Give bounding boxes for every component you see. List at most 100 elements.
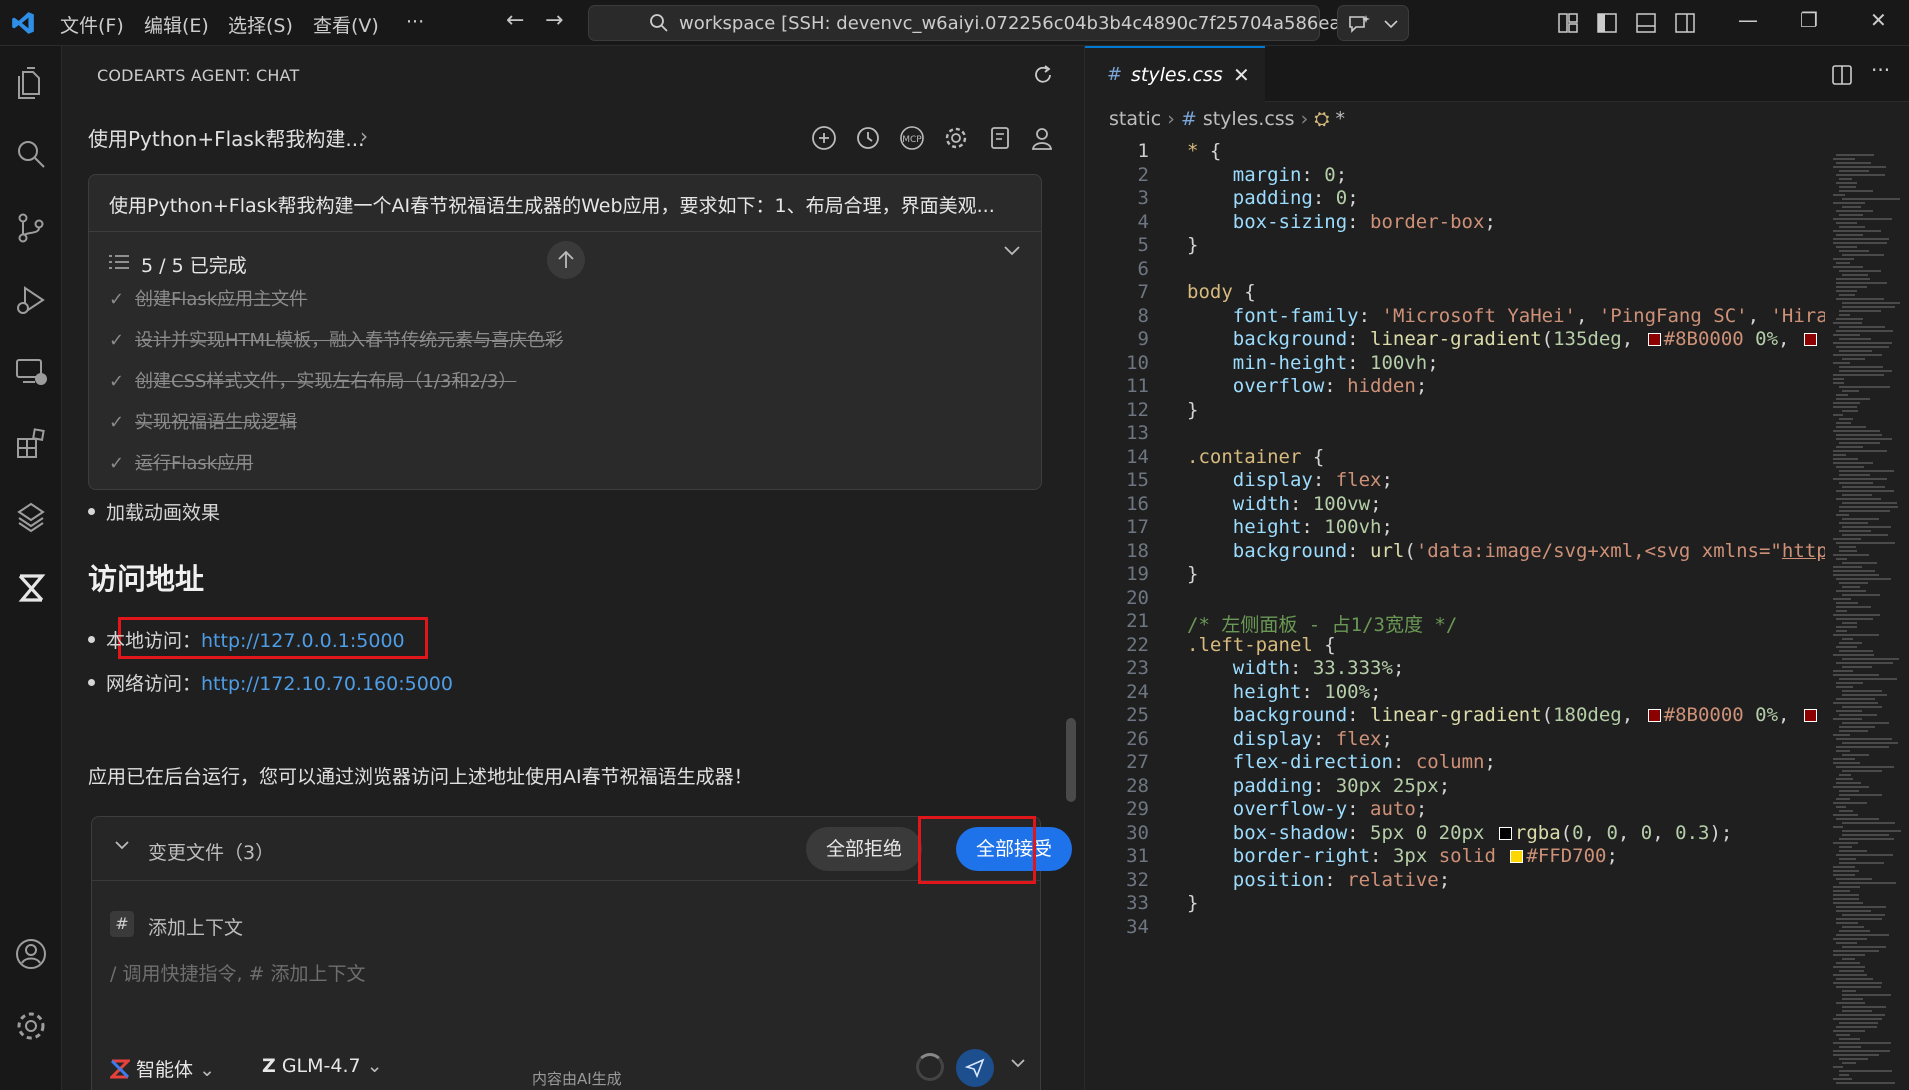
code-line[interactable]: 15 display: flex;: [1085, 469, 1825, 493]
code-line[interactable]: 16 width: 100vw;: [1085, 493, 1825, 517]
breadcrumb-symbol[interactable]: *: [1336, 108, 1346, 130]
code-line[interactable]: 6: [1085, 258, 1825, 282]
code-line[interactable]: 3 padding: 0;: [1085, 187, 1825, 211]
rules-document-icon[interactable]: [986, 124, 1014, 152]
breadcrumb-file[interactable]: styles.css: [1203, 108, 1295, 130]
extensions-icon[interactable]: [13, 426, 49, 462]
model-selector[interactable]: Z GLM-4.7 ⌄: [262, 1055, 383, 1077]
scroll-up-button[interactable]: [547, 241, 585, 279]
minimap-line: [1833, 334, 1860, 336]
code-line[interactable]: 1 * {: [1085, 140, 1825, 164]
search-icon[interactable]: [13, 136, 49, 172]
tab-styles-css[interactable]: # styles.css ✕: [1085, 46, 1265, 102]
code-line[interactable]: 11 overflow: hidden;: [1085, 375, 1825, 399]
refresh-icon[interactable]: [1032, 64, 1054, 86]
run-debug-icon[interactable]: [13, 282, 49, 318]
chat-toggle-button[interactable]: [1337, 5, 1409, 41]
menu-selection[interactable]: 选择(S): [228, 11, 293, 38]
changed-files-row[interactable]: 变更文件（3） 全部拒绝 全部接受: [92, 817, 1072, 881]
cloud-stack-icon[interactable]: [13, 498, 49, 534]
menu-more[interactable]: ···: [406, 11, 424, 33]
minimap-line: [1839, 510, 1890, 512]
send-button[interactable]: [956, 1049, 994, 1087]
code-line[interactable]: 34: [1085, 916, 1825, 940]
code-line[interactable]: 20: [1085, 587, 1825, 611]
local-url-link[interactable]: http://127.0.0.1:5000: [201, 630, 405, 652]
agent-selector[interactable]: 智能体 ⌄: [108, 1055, 215, 1082]
code-line[interactable]: 7 body {: [1085, 281, 1825, 305]
code-line[interactable]: 21/* 左侧面板 - 占1/3宽度 */: [1085, 610, 1825, 636]
settings-gear-icon[interactable]: [942, 124, 970, 152]
user-icon[interactable]: [1028, 124, 1056, 152]
add-context-button[interactable]: 添加上下文: [148, 913, 243, 940]
chevron-down-icon[interactable]: [114, 839, 130, 851]
code-line[interactable]: 31 border-right: 3px solid #FFD700;: [1085, 845, 1825, 869]
code-line[interactable]: 18 background: url('data:image/svg+xml,<…: [1085, 540, 1825, 564]
code-line[interactable]: 2 margin: 0;: [1085, 164, 1825, 188]
minimap-line: [1842, 562, 1877, 564]
chevron-right-icon[interactable]: ›: [360, 124, 368, 148]
history-icon[interactable]: [854, 124, 882, 152]
restore-icon[interactable]: ❐: [1800, 8, 1818, 32]
code-line[interactable]: 14 .container {: [1085, 446, 1825, 470]
minimap[interactable]: [1827, 134, 1909, 1090]
new-chat-icon[interactable]: [810, 124, 838, 152]
close-window-icon[interactable]: ✕: [1870, 8, 1887, 32]
mcp-icon[interactable]: MCP: [898, 124, 926, 152]
command-center-search[interactable]: workspace [SSH: devenvc_w6aiyi.072256c04…: [588, 5, 1365, 41]
code-line[interactable]: 10 min-height: 100vh;: [1085, 352, 1825, 376]
minimap-line: [1842, 486, 1885, 488]
chevron-down-icon[interactable]: [1010, 1057, 1026, 1069]
hash-icon[interactable]: #: [110, 911, 134, 937]
customize-layout-icon[interactable]: [1557, 12, 1579, 34]
account-icon[interactable]: [13, 936, 49, 972]
reject-all-button[interactable]: 全部拒绝: [806, 827, 922, 871]
code-line[interactable]: 25 background: linear-gradient(180deg, #…: [1085, 704, 1825, 728]
code-editor[interactable]: 1 * {2 margin: 0; 3 padding: 0; 4 box-sizin…: [1085, 134, 1825, 1090]
code-line[interactable]: 23 width: 33.333%;: [1085, 657, 1825, 681]
toggle-primary-sidebar-icon[interactable]: [1596, 12, 1618, 34]
close-icon[interactable]: ✕: [1233, 63, 1250, 87]
codearts-agent-icon[interactable]: [13, 570, 49, 606]
code-line[interactable]: 33}: [1085, 892, 1825, 916]
menu-view[interactable]: 查看(V): [313, 11, 379, 38]
code-line[interactable]: 4 box-sizing: border-box;: [1085, 211, 1825, 235]
remote-explorer-icon[interactable]: [13, 354, 49, 390]
user-prompt[interactable]: 使用Python+Flask帮我构建一个AI春节祝福语生成器的Web应用，要求如…: [109, 191, 995, 218]
code-line[interactable]: 19}: [1085, 563, 1825, 587]
settings-gear-icon[interactable]: [13, 1008, 49, 1044]
code-line[interactable]: 27 flex-direction: column;: [1085, 751, 1825, 775]
source-control-icon[interactable]: [13, 210, 49, 246]
code-line[interactable]: 28 padding: 30px 25px;: [1085, 775, 1825, 799]
toggle-secondary-sidebar-icon[interactable]: [1674, 12, 1696, 34]
explorer-icon[interactable]: [13, 66, 49, 102]
network-url-link[interactable]: http://172.10.70.160:5000: [201, 673, 453, 695]
code-line[interactable]: 24 height: 100%;: [1085, 681, 1825, 705]
chat-input[interactable]: / 调用快捷指令, # 添加上下文: [110, 959, 365, 986]
forward-arrow-icon[interactable]: →: [545, 8, 563, 33]
code-line[interactable]: 29 overflow-y: auto;: [1085, 798, 1825, 822]
code-line[interactable]: 13: [1085, 422, 1825, 446]
more-actions-icon[interactable]: ···: [1871, 58, 1890, 82]
chevron-down-icon[interactable]: [1003, 245, 1021, 257]
code-text: }: [1187, 892, 1199, 914]
menu-file[interactable]: 文件(F): [60, 11, 124, 38]
code-line[interactable]: 5}: [1085, 234, 1825, 258]
menu-edit[interactable]: 编辑(E): [144, 11, 209, 38]
code-line[interactable]: 22 .left-panel {: [1085, 634, 1825, 658]
code-line[interactable]: 17 height: 100vh;: [1085, 516, 1825, 540]
split-editor-icon[interactable]: [1831, 64, 1853, 86]
back-arrow-icon[interactable]: ←: [506, 8, 524, 33]
minimap-line: [1833, 734, 1850, 736]
code-line[interactable]: 9 background: linear-gradient(135deg, #8…: [1085, 328, 1825, 352]
minimize-icon[interactable]: —: [1738, 8, 1758, 32]
chat-scrollbar[interactable]: [1066, 718, 1076, 802]
code-line[interactable]: 32 position: relative;: [1085, 869, 1825, 893]
code-line[interactable]: 30 box-shadow: 5px 0 20px rgba(0, 0, 0, …: [1085, 822, 1825, 846]
breadcrumb-folder[interactable]: static: [1109, 108, 1161, 130]
code-line[interactable]: 26 display: flex;: [1085, 728, 1825, 752]
toggle-panel-icon[interactable]: [1635, 12, 1657, 34]
code-line[interactable]: 12}: [1085, 399, 1825, 423]
session-title[interactable]: 使用Python+Flask帮我构建...: [88, 123, 364, 152]
code-line[interactable]: 8 font-family: 'Microsoft YaHei', 'PingF…: [1085, 305, 1825, 329]
